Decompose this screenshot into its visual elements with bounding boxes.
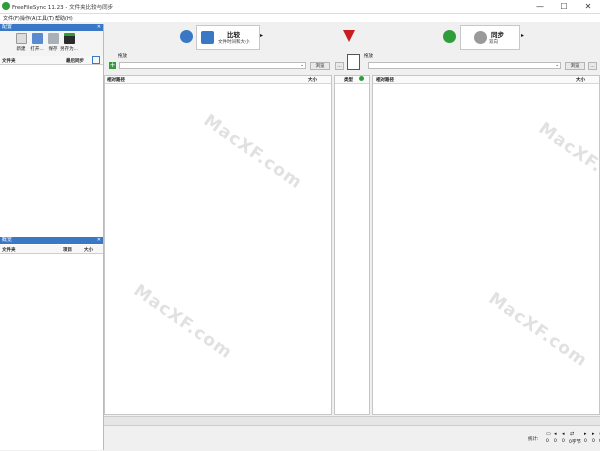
menu-file[interactable]: 文件(F) [3,15,20,22]
menu-bar: 文件(F) 操作(A) 工具(T) 帮助(H) [0,14,600,22]
save-as-label: 另存为... [60,47,78,52]
save-as-icon [63,33,75,44]
menu-tools[interactable]: 工具(T) [37,15,54,22]
swap-icon[interactable] [347,54,360,70]
swap-sides-button[interactable]: … [335,62,344,70]
compare-icon [201,31,214,44]
config-column-header: 文件夹 最后同步 [0,56,103,65]
config-panel: 配置 ✕ 新建 打开... 保存 另存为... 文件夹 最后同步 [0,24,104,237]
refresh-icon[interactable] [359,76,364,81]
arrow-left-icon: ◂ [562,431,565,437]
sync-title: 同步 [491,31,504,39]
compare-subtitle: 文件时间和大小 [218,40,250,45]
col-size[interactable]: 大小 [84,247,93,253]
save-as-config-button[interactable]: 另存为... [60,33,78,52]
filter-icon[interactable] [343,30,355,42]
arrow-left-icon: ◂ [554,431,557,437]
chevron-down-icon[interactable]: ⌄ [300,63,304,68]
right-file-grid[interactable]: 相对路径 大小 [372,75,600,415]
col-items[interactable]: 项目 [63,247,72,253]
overview-panel-title: 概览 [2,237,13,243]
open-icon [31,33,43,44]
arrow-right-icon: ▸ [592,431,595,437]
overview-column-header: 文件夹 项目 大小 [0,245,103,254]
maximize-button[interactable]: ☐ [553,1,575,12]
compare-title: 比较 [227,31,240,39]
right-col-relative-path[interactable]: 相对路径 [376,77,394,83]
status-count: 0 [592,439,595,444]
right-grid-header: 相对路径 大小 [373,76,599,84]
horizontal-scrollbar[interactable] [104,416,600,425]
col-folder[interactable]: 文件夹 [2,58,16,64]
sync-dropdown-icon[interactable]: ▸ [521,32,524,39]
col-folder[interactable]: 文件夹 [2,247,16,253]
sync-subtitle: 双向 [489,40,498,45]
column-settings-icon[interactable] [92,56,100,64]
menu-actions[interactable]: 操作(A) [20,15,37,22]
window-title: FreeFileSync 11.23 - 文件夹比较与同步 [12,5,114,11]
status-bar: 统计: ▭ 0 ◂ 0 ◂ 0 ⇄ 0字节 ▸ 0 ▸ 0 ▭ 0 [104,425,600,451]
compare-settings-icon[interactable] [180,30,193,43]
col-last-sync[interactable]: 最后同步 [66,58,84,64]
right-folder-input[interactable]: ⌄ [368,62,561,69]
middle-action-grid[interactable]: 类型 [334,75,370,415]
transfer-icon: ⇄ [570,431,575,437]
status-label: 统计: [528,437,539,442]
compare-dropdown-icon[interactable]: ▸ [260,32,263,39]
left-folder-header: 拖放 [104,51,332,61]
right-col-size[interactable]: 大小 [576,77,585,83]
left-col-relative-path[interactable]: 相对路径 [107,77,125,83]
overview-panel-header: 概览 ✕ [0,237,103,244]
overview-panel: 概览 ✕ 文件夹 项目 大小 [0,237,104,450]
status-count: 0 [546,439,549,444]
config-toolbar: 新建 打开... 保存 另存为... [0,31,103,56]
status-count: 0 [562,439,565,444]
status-count: 0 [584,439,587,444]
right-browse-button[interactable]: 浏览 [565,62,585,70]
close-button[interactable]: ✕ [577,1,599,12]
menu-help[interactable]: 帮助(H) [55,15,73,22]
save-icon [47,33,59,44]
sync-button[interactable]: 同步 双向 [460,25,520,50]
middle-col-category[interactable]: 类型 [344,77,353,83]
left-col-size[interactable]: 大小 [308,77,317,83]
config-panel-header: 配置 ✕ [0,24,103,31]
status-bytes: 0字节 [569,440,581,445]
chevron-down-icon[interactable]: ⌄ [555,63,559,68]
sync-icon [474,31,487,44]
compare-button[interactable]: 比较 文件时间和大小 [196,25,260,50]
status-count: 0 [554,439,557,444]
panel-close-icon[interactable]: ✕ [97,24,101,31]
left-browse-button[interactable]: 浏览 [310,62,330,70]
panel-close-icon[interactable]: ✕ [97,237,101,244]
left-grid-header: 相对路径 大小 [105,76,331,84]
title-bar: FreeFileSync 11.23 - 文件夹比较与同步 — ☐ ✕ [0,0,600,14]
arrow-right-icon: ▸ [584,431,587,437]
right-folder-header: 拖放 [362,51,600,61]
left-folder-input[interactable]: ⌄ [119,62,306,69]
add-folder-pair-icon[interactable]: + [109,62,116,69]
middle-grid-header: 类型 [335,76,369,84]
minimize-button[interactable]: — [529,1,551,12]
sync-settings-icon[interactable] [443,30,456,43]
app-icon [2,2,10,10]
right-drop-label: 拖放 [364,54,373,59]
left-drop-label: 拖放 [118,54,127,59]
new-icon [15,33,27,44]
right-options-button[interactable]: … [588,62,597,70]
file-left-icon: ▭ [546,431,551,437]
config-panel-title: 配置 [2,24,13,30]
